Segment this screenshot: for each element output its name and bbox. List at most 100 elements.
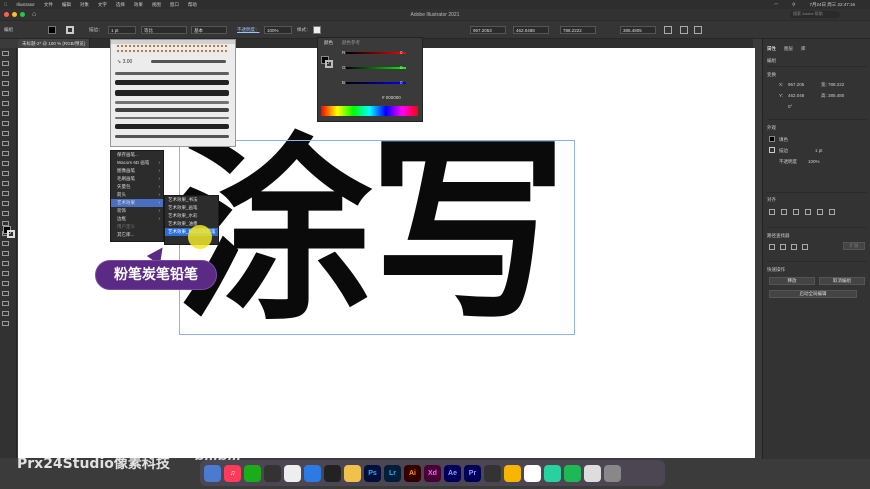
align-top-icon[interactable] <box>805 209 811 215</box>
selection-tool-icon[interactable] <box>2 51 9 56</box>
stroke-swatch[interactable] <box>66 26 74 34</box>
photoshop-icon[interactable]: Ps <box>364 464 381 482</box>
menu-item-decorative[interactable]: 装饰 › <box>111 207 163 215</box>
premiere-icon[interactable]: Pr <box>464 464 481 482</box>
lasso-tool-icon[interactable] <box>2 81 9 86</box>
hand-tool-icon[interactable] <box>2 311 9 316</box>
tab-libraries[interactable]: 库 <box>801 46 806 52</box>
free-transform-tool-icon[interactable] <box>2 201 9 206</box>
trash-icon[interactable] <box>604 464 621 482</box>
submenu-item-watercolor[interactable]: 艺术效果_水彩 <box>165 212 218 220</box>
paintbrush-tool-icon[interactable] <box>2 141 9 146</box>
align-icon[interactable] <box>680 26 688 34</box>
help-search-input[interactable]: 搜索 Adobe 帮助 <box>790 11 840 18</box>
blend-tool-icon[interactable] <box>2 261 9 266</box>
sketch-icon[interactable] <box>504 464 521 482</box>
brush-stroke-5[interactable] <box>115 108 229 112</box>
lightroom-icon[interactable]: Lr <box>384 464 401 482</box>
menu-item-other-library[interactable]: 其它库... <box>111 231 163 239</box>
menu-item-wacom[interactable]: Wacom 6D 画笔 › <box>111 159 163 167</box>
scale-tool-icon[interactable] <box>2 181 9 186</box>
menu-item-select[interactable]: 选择 <box>116 2 125 8</box>
width-field[interactable]: 788.2222 <box>560 26 596 34</box>
fill-icon[interactable] <box>769 136 775 142</box>
menu-item-edit[interactable]: 编辑 <box>62 2 71 8</box>
browser-icon[interactable] <box>304 464 321 482</box>
style-swatch[interactable] <box>313 26 321 34</box>
opacity-link[interactable]: 不透明度： <box>237 27 260 33</box>
artboard-tool-icon[interactable] <box>2 291 9 296</box>
selection-bounding-box[interactable] <box>179 140 575 335</box>
align-right-icon[interactable] <box>793 209 799 215</box>
final-cut-icon[interactable] <box>484 464 501 482</box>
rectangle-tool-icon[interactable] <box>2 131 9 136</box>
app-icon[interactable] <box>564 464 581 482</box>
w-value[interactable]: 788.222 <box>828 82 844 87</box>
clock[interactable]: 7月24日 周三 22:47:16 <box>809 2 855 8</box>
b-slider[interactable] <box>346 82 406 84</box>
stroke-value[interactable]: 1 pt <box>815 148 823 153</box>
rotate-tool-icon[interactable] <box>2 171 9 176</box>
align-left-icon[interactable] <box>769 209 775 215</box>
menu-item-save-brushes[interactable]: 保存画笔... <box>111 151 163 159</box>
g-value[interactable]: 0 <box>400 65 403 70</box>
line-tool-icon[interactable] <box>2 121 9 126</box>
shape-builder-tool-icon[interactable] <box>2 211 9 216</box>
brush-swatch-border[interactable] <box>117 45 227 52</box>
stroke-color-icon[interactable] <box>7 230 15 238</box>
brush-stroke-4[interactable] <box>115 101 229 104</box>
eraser-tool-icon[interactable] <box>2 161 9 166</box>
g-slider[interactable] <box>346 67 406 69</box>
search-icon[interactable]: ⚲ <box>792 2 795 8</box>
zoom-tool-icon[interactable] <box>2 321 9 326</box>
slice-tool-icon[interactable] <box>2 301 9 306</box>
color-spectrum[interactable] <box>321 106 418 116</box>
tab-properties[interactable]: 属性 <box>767 46 776 52</box>
after-effects-icon[interactable]: Ae <box>444 464 461 482</box>
x-value[interactable]: 967.205 <box>788 82 804 87</box>
menu-item-image-brush[interactable]: 图像画笔 › <box>111 167 163 175</box>
pencil-tool-icon[interactable] <box>2 151 9 156</box>
menu-item-artistic[interactable]: 艺术效果 › <box>111 199 163 207</box>
finder-icon[interactable] <box>204 464 221 482</box>
tab-layers[interactable]: 图层 <box>784 46 793 52</box>
variable-width-profile[interactable]: 等比 <box>141 26 187 34</box>
xd-icon[interactable]: Xd <box>424 464 441 482</box>
app-icon[interactable] <box>284 464 301 482</box>
stroke-icon[interactable] <box>769 147 775 153</box>
menu-item-vector-pack[interactable]: 矢量包 › <box>111 183 163 191</box>
transform-reference-icon[interactable] <box>664 26 672 34</box>
stroke-weight-field[interactable]: 1 pt <box>108 26 136 34</box>
brush-stroke-1[interactable] <box>115 72 229 75</box>
illustrator-icon[interactable]: Ai <box>404 464 421 482</box>
wifi-icon[interactable]: ◠ <box>774 2 778 8</box>
chrome-icon[interactable] <box>524 464 541 482</box>
app-menu[interactable]: Illustrator <box>16 2 35 7</box>
align-bottom-icon[interactable] <box>829 209 835 215</box>
r-slider[interactable] <box>346 52 406 54</box>
exclude-icon[interactable] <box>802 244 808 250</box>
expand-button[interactable]: 扩展 <box>843 242 865 250</box>
y-value[interactable]: 462.048 <box>788 93 804 98</box>
submenu-item-paintbrush[interactable]: 艺术效果_画笔 <box>165 204 218 212</box>
h-value[interactable]: 385.480 <box>828 93 844 98</box>
menu-item-window[interactable]: 窗口 <box>170 2 179 8</box>
menu-item-bristle-brush[interactable]: 毛刷画笔 › <box>111 175 163 183</box>
brush-stroke-2[interactable] <box>115 80 229 85</box>
align-middle-icon[interactable] <box>817 209 823 215</box>
wechat-icon[interactable] <box>244 464 261 482</box>
intersect-icon[interactable] <box>791 244 797 250</box>
unite-icon[interactable] <box>769 244 775 250</box>
y-field[interactable]: 462.0488 <box>513 26 549 34</box>
brush-stroke-7[interactable] <box>115 124 229 129</box>
brushes-panel-header[interactable] <box>111 40 235 44</box>
edit-group-button[interactable]: 取消编组 <box>819 277 865 285</box>
x-field[interactable]: 967.2053 <box>470 26 506 34</box>
brush-definition-dropdown[interactable]: 基本 <box>191 26 227 34</box>
fill-swatch[interactable] <box>48 26 56 34</box>
brush-stroke-6[interactable] <box>115 117 229 119</box>
submenu-item-calligraphy[interactable]: 艺术效果_书法 <box>165 196 218 204</box>
brush-stroke-3[interactable] <box>115 90 229 96</box>
type-tool-icon[interactable] <box>2 111 9 116</box>
angle-value[interactable]: 0° <box>788 104 792 109</box>
